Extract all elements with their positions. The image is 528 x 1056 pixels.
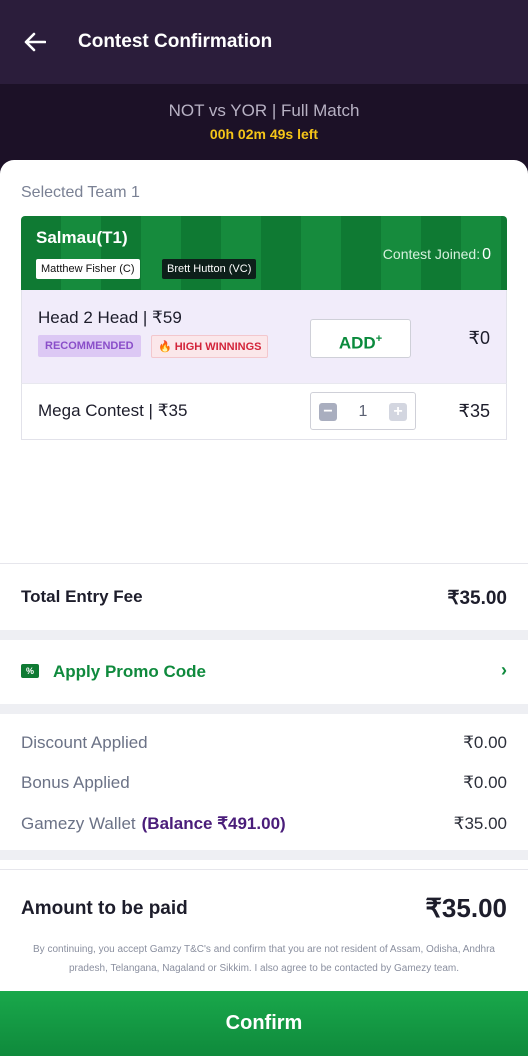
contest-joined-count: 0 xyxy=(482,246,491,263)
contest-name: Mega Contest | ₹35 xyxy=(38,401,188,420)
app-header: Contest Confirmation xyxy=(0,0,528,84)
amount-to-pay-label: Amount to be paid xyxy=(21,898,188,919)
match-name: NOT vs YOR | Full Match xyxy=(168,101,360,120)
high-winnings-label: HIGH WINNINGS xyxy=(174,341,262,353)
vice-captain-badge: Brett Hutton (VC) xyxy=(162,259,257,279)
discount-value: ₹0.00 xyxy=(463,733,507,752)
apply-promo-code-button[interactable]: % Apply Promo Code › xyxy=(0,640,528,704)
contest-row-mega-contest: Mega Contest | ₹35 − 1 + ₹35 xyxy=(21,383,507,440)
page-title: Contest Confirmation xyxy=(78,31,273,52)
section-gap xyxy=(0,630,528,640)
total-entry-fee-label: Total Entry Fee xyxy=(21,587,143,606)
captain-badge: Matthew Fisher (C) xyxy=(36,259,140,279)
bonus-label: Bonus Applied xyxy=(21,773,130,792)
confirm-button[interactable]: Confirm xyxy=(0,991,528,1056)
quantity-stepper: − 1 + xyxy=(310,392,416,430)
team-name: Salmau(T1) xyxy=(36,228,128,247)
chevron-right-icon: › xyxy=(501,660,507,680)
wallet-balance: (Balance ₹491.00) xyxy=(141,814,286,833)
contest-row-head-2-head: Head 2 Head | ₹59 RECOMMENDED 🔥 HIGH WINN… xyxy=(21,290,507,383)
divider xyxy=(0,563,528,564)
wallet-label: Gamezy Wallet xyxy=(21,814,136,833)
terms-disclaimer: By continuing, you accept Gamzy T&C's an… xyxy=(33,944,495,974)
add-button-label: ADD xyxy=(338,333,376,353)
high-winnings-badge: 🔥 HIGH WINNINGS xyxy=(151,335,269,358)
section-gap xyxy=(0,850,528,860)
promo-label: Apply Promo Code xyxy=(53,662,207,681)
section-gap xyxy=(0,704,528,714)
contest-joined-label: Contest Joined: xyxy=(382,246,481,262)
contest-amount: ₹0 xyxy=(468,328,490,348)
coupon-icon: % xyxy=(21,664,39,678)
team-banner: Salmau(T1) Matthew Fisher (C) Brett Hutt… xyxy=(21,216,507,290)
divider xyxy=(0,869,528,870)
contest-joined: Contest Joined: 0 xyxy=(383,246,491,264)
bonus-value: ₹0.00 xyxy=(463,773,507,792)
discount-label: Discount Applied xyxy=(21,733,148,752)
total-entry-fee-value: ₹35.00 xyxy=(447,588,507,609)
contest-amount: ₹35 xyxy=(458,401,490,421)
contest-name: Head 2 Head | ₹59 xyxy=(38,308,182,327)
wallet-line: Gamezy Wallet (Balance ₹491.00) xyxy=(21,814,286,834)
amount-to-pay-value: ₹35.00 xyxy=(425,893,507,923)
arrow-left-icon xyxy=(24,32,46,52)
increment-button[interactable]: + xyxy=(389,403,407,421)
countdown-timer: 00h 02m 49s left xyxy=(209,126,319,142)
recommended-badge: RECOMMENDED xyxy=(38,335,141,357)
confirmation-sheet: Selected Team 1 Salmau(T1) Matthew Fishe… xyxy=(0,160,528,1056)
add-contest-button[interactable]: ADD+ xyxy=(310,319,411,358)
wallet-value: ₹35.00 xyxy=(453,814,507,833)
selected-team-label: Selected Team 1 xyxy=(21,184,140,201)
back-button[interactable] xyxy=(20,27,50,57)
fire-icon: 🔥 xyxy=(158,341,172,353)
plus-icon: + xyxy=(375,333,383,345)
